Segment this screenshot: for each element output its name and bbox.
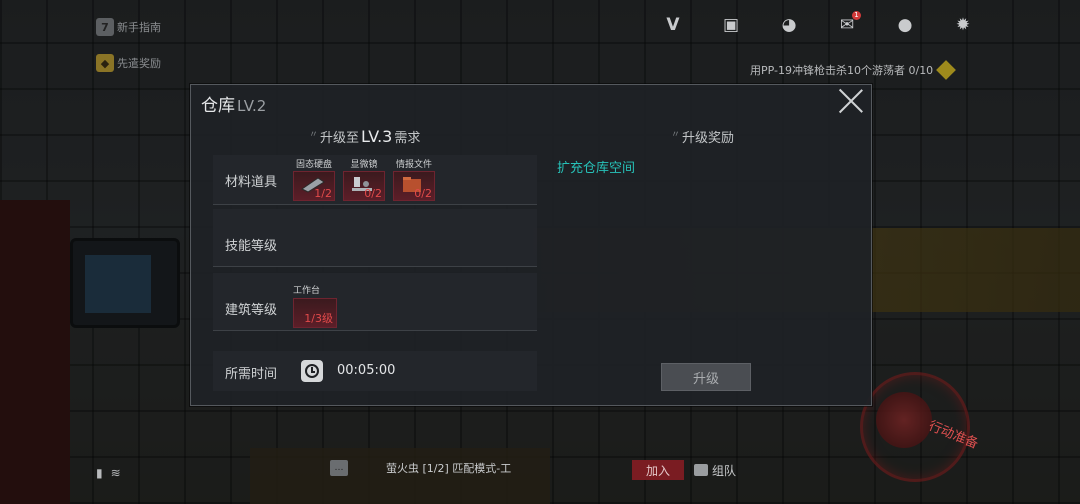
join-button[interactable]: 加入 [632,460,684,480]
skill-level-row: 技能等级 [213,209,537,267]
v-logo-icon[interactable]: V [662,14,684,36]
device-status: ▮ ≋ [96,466,121,480]
mail-icon[interactable]: ✉ 1 [836,11,861,36]
rewards-header-text: 升级奖励 [682,131,735,146]
dialog-title: 仓库 LV.2 [201,91,266,116]
clipboard-icon[interactable]: ▣ [720,14,742,36]
guide-icon: 7 [96,18,114,36]
mission-tracker[interactable]: 用PP-19冲锋枪击杀10个游荡者 0/10 [750,60,957,80]
material-count: 0/2 [414,187,432,200]
materials-row: 材料道具 固态硬盘 1/2 显微镜 0/2 情报文件 0/2 [213,155,537,205]
building-count: 1/3级 [304,312,333,325]
rewards-header: 〃升级奖励 [671,130,735,146]
settings-icon[interactable]: ✹ [952,14,974,36]
chat-bar[interactable]: … 萤火虫 [1/2] 匹配模式-工 [330,460,511,476]
team-button[interactable]: 组队 [694,460,736,480]
guide-label: 新手指南 [117,21,161,34]
skill-level-label: 技能等级 [225,239,278,254]
material-count: 1/2 [314,187,332,200]
reward-text: 扩充仓库空间 [557,161,636,176]
team-label: 组队 [712,463,737,478]
requirements-level: LV.3 [361,127,393,146]
material-item[interactable]: 显微镜 0/2 [343,159,385,201]
pioneer-reward-entry[interactable]: ◆ 先遣奖励 [96,54,161,72]
material-item[interactable]: 固态硬盘 1/2 [293,159,335,201]
team-icon [694,464,708,476]
requirements-header: 〃升级至 LV.3 需求 [309,127,421,146]
time-row: 所需时间 00:05:00 [213,351,537,391]
profile-icon[interactable]: ● [894,14,916,36]
chat-text: 萤火虫 [1/2] 匹配模式-工 [386,462,512,475]
pioneer-reward-icon: ◆ [96,54,114,72]
friends-icon[interactable]: ◕ [778,14,800,36]
material-count: 0/2 [364,187,382,200]
requirements-prefix: 升级至 [320,131,360,146]
clock-icon [301,360,323,382]
material-name: 固态硬盘 [295,160,332,170]
mission-marker-icon [936,60,957,80]
material-item[interactable]: 情报文件 0/2 [393,159,435,201]
material-name: 显微镜 [350,160,378,170]
materials-label: 材料道具 [225,175,278,190]
time-value: 00:05:00 [337,363,396,378]
wifi-icon: ≋ [110,466,121,480]
dialog-title-text: 仓库 [201,96,235,116]
chat-icon: … [330,460,348,476]
mail-badge: 1 [852,11,861,20]
battery-icon: ▮ [96,466,103,480]
time-label: 所需时间 [225,367,278,382]
close-icon[interactable] [837,87,865,115]
requirements-suffix: 需求 [394,131,421,146]
guide-entry[interactable]: 7 新手指南 [96,18,161,36]
mission-text: 用PP-19冲锋枪击杀10个游荡者 0/10 [750,64,934,77]
dialog-title-level: LV.2 [237,97,267,115]
building-level-label: 建筑等级 [225,303,278,318]
building-name: 工作台 [293,286,321,296]
pioneer-reward-label: 先遣奖励 [117,57,161,70]
warehouse-upgrade-dialog: 仓库 LV.2 〃升级至 LV.3 需求 〃升级奖励 材料道具 固态硬盘 1/2 显微… [190,84,872,406]
building-level-row: 建筑等级 工作台 1/3级 [213,273,537,331]
building-requirement[interactable]: 工作台 1/3级 [293,285,337,328]
material-name: 情报文件 [395,160,432,170]
upgrade-button[interactable]: 升级 [661,363,751,391]
